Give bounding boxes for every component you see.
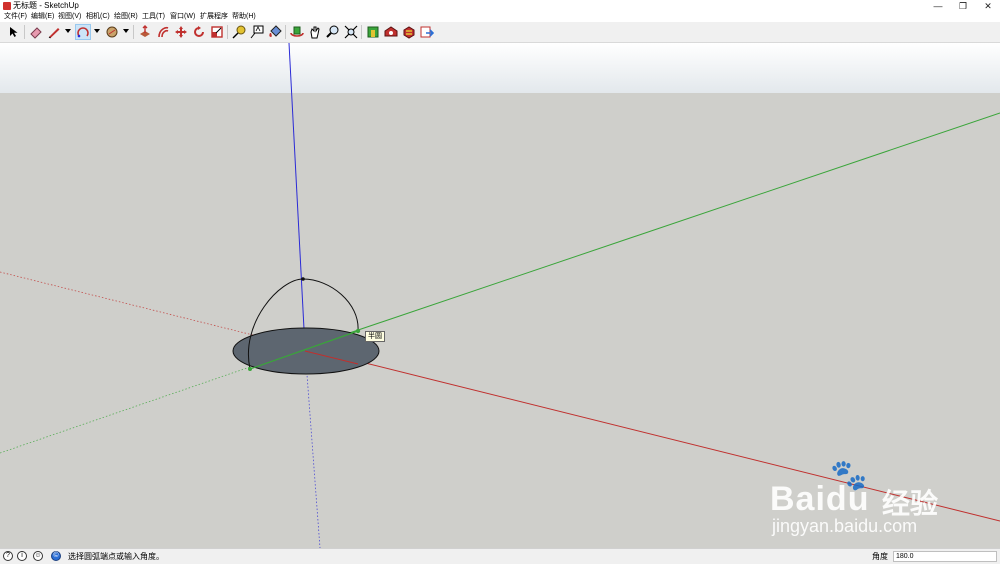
watermark-brand: Baidu: [770, 480, 870, 518]
extension-warehouse-icon: [384, 26, 398, 37]
toolbar-separator: [227, 25, 228, 39]
offset-tool[interactable]: [155, 24, 171, 40]
arc-dropdown-chevron-down-icon[interactable]: [94, 29, 100, 33]
send-to-layout-icon: [420, 26, 434, 38]
menu-extensions[interactable]: 扩展程序: [200, 12, 228, 22]
scale-icon: [211, 26, 223, 38]
menu-view[interactable]: 视图(V): [58, 12, 81, 22]
close-button[interactable]: ✕: [976, 0, 1000, 12]
user-icon[interactable]: ☺: [33, 551, 43, 561]
toolbar: [0, 22, 1000, 43]
info-icon[interactable]: i: [17, 551, 27, 561]
menu-draw[interactable]: 绘图(R): [114, 12, 138, 22]
sky: [0, 43, 1000, 93]
menu-edit[interactable]: 编辑(E): [31, 12, 54, 22]
credits-icon[interactable]: ©: [51, 551, 61, 561]
toolbar-separator: [24, 25, 25, 39]
window-title: 无标题 - SketchUp: [13, 1, 79, 10]
toolbar-separator: [285, 25, 286, 39]
arc-tool[interactable]: [75, 24, 91, 40]
toolbar-separator: [133, 25, 134, 39]
arc-end-point: [355, 328, 361, 334]
text-tool[interactable]: [249, 24, 265, 40]
eraser-icon: [30, 27, 42, 39]
tape-measure-tool[interactable]: [231, 24, 247, 40]
menu-bar: 文件(F) 编辑(E) 视图(V) 相机(C) 绘图(R) 工具(T) 窗口(W…: [0, 12, 1000, 22]
rotate-icon: [194, 26, 204, 37]
send-to-layout-button[interactable]: [419, 24, 435, 40]
push-pull-tool[interactable]: [137, 24, 153, 40]
select-tool[interactable]: [6, 24, 22, 40]
pan-icon: [310, 26, 320, 39]
tape-measure-icon: [232, 25, 246, 39]
baidu-jingyan-watermark: 🐾 Baidu 经验 jingyan.baidu.com: [770, 458, 950, 538]
toolbar-separator: [361, 25, 362, 39]
3d-warehouse-icon: [367, 26, 379, 38]
shape-dropdown-chevron-down-icon[interactable]: [123, 29, 129, 33]
offset-icon: [158, 26, 169, 38]
zoom-icon: [326, 25, 339, 38]
rotate-tool[interactable]: [191, 24, 207, 40]
scale-tool[interactable]: [209, 24, 225, 40]
move-icon: [175, 26, 187, 38]
line-dropdown-chevron-down-icon[interactable]: [65, 29, 71, 33]
watermark-url: jingyan.baidu.com: [772, 516, 918, 536]
status-message: 选择圆弧端点或输入角度。: [68, 552, 164, 561]
help-icon[interactable]: ?: [3, 551, 13, 561]
arc-icon: [77, 27, 89, 38]
text-icon: [250, 25, 264, 39]
pan-tool[interactable]: [307, 24, 323, 40]
sketchup-logo-icon: [3, 2, 11, 10]
measurements-label: 角度: [872, 552, 888, 561]
paint-bucket-tool[interactable]: [267, 24, 283, 40]
orbit-icon: [290, 26, 304, 37]
orbit-tool[interactable]: [289, 24, 305, 40]
menu-help[interactable]: 帮助(H): [232, 12, 256, 22]
inference-tooltip: 半圆: [365, 331, 385, 342]
zoom-extents-tool[interactable]: [343, 24, 359, 40]
restore-button[interactable]: ❐: [951, 0, 975, 12]
eraser-tool[interactable]: [28, 24, 44, 40]
arc-start-point: [248, 367, 252, 371]
title-bar: 无标题 - SketchUp — ❐ ✕: [0, 0, 1000, 12]
layout-icon: [403, 26, 415, 39]
select-arrow-icon: [10, 27, 18, 37]
paint-bucket-icon: [269, 25, 282, 37]
menu-camera[interactable]: 相机(C): [86, 12, 110, 22]
line-tool[interactable]: [46, 24, 62, 40]
pencil-line-icon: [48, 28, 60, 39]
status-bar: ? i ☺ © 选择圆弧端点或输入角度。 角度 180.0: [0, 548, 1000, 564]
minimize-button[interactable]: —: [926, 0, 950, 12]
3d-warehouse-button[interactable]: [365, 24, 381, 40]
menu-file[interactable]: 文件(F): [4, 12, 27, 22]
layout-button[interactable]: [401, 24, 417, 40]
measurements-input[interactable]: 180.0: [893, 551, 997, 562]
menu-tools[interactable]: 工具(T): [142, 12, 165, 22]
push-pull-icon: [140, 25, 150, 37]
zoom-tool[interactable]: [325, 24, 341, 40]
menu-window[interactable]: 窗口(W): [170, 12, 195, 22]
extension-warehouse-button[interactable]: [383, 24, 399, 40]
shape-icon: [106, 26, 118, 38]
shape-tool[interactable]: [104, 24, 120, 40]
arc-midpoint: [301, 277, 305, 281]
move-tool[interactable]: [173, 24, 189, 40]
zoom-extents-icon: [344, 25, 358, 39]
